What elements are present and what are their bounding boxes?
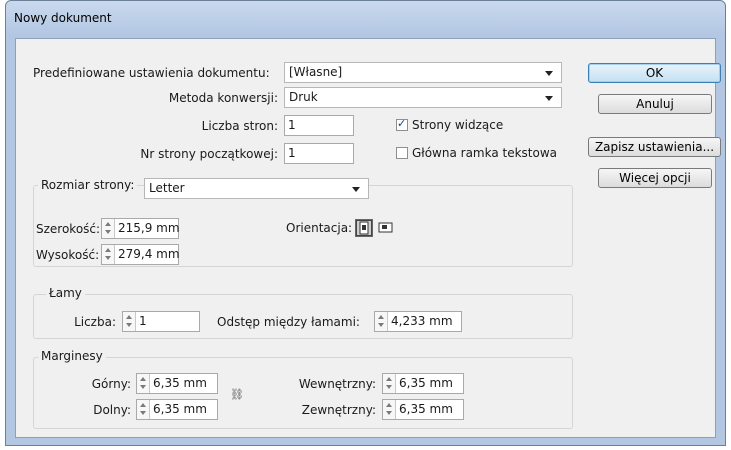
gutter-stepper[interactable]: 4,233 mm <box>374 311 462 332</box>
spinner-arrows-icon[interactable] <box>383 374 396 393</box>
height-value: 279,4 mm <box>118 247 180 261</box>
width-label: Szerokość: <box>36 222 101 236</box>
margins-title: Marginesy <box>41 349 103 363</box>
page-size-label: Rozmiar strony: <box>41 178 135 192</box>
height-stepper[interactable]: 279,4 mm <box>101 244 180 265</box>
page-size-header: Rozmiar strony: <box>38 178 138 192</box>
conversion-label: Metoda konwersji: <box>168 91 278 105</box>
spinner-arrows-icon[interactable] <box>137 400 150 419</box>
inside-margin-value: 6,35 mm <box>399 376 453 390</box>
columns-title: Łamy <box>49 286 82 300</box>
outside-margin-stepper[interactable]: 6,35 mm <box>382 399 464 420</box>
bottom-margin-value: 6,35 mm <box>153 402 207 416</box>
pages-label: Liczba stron: <box>201 119 278 133</box>
facing-pages-checkbox[interactable]: ✓ <box>396 117 408 131</box>
spinner-arrows-icon[interactable] <box>375 312 388 331</box>
link-icon[interactable]: ⛓ <box>230 388 244 401</box>
width-value: 215,9 mm <box>118 221 180 235</box>
bottom-margin-label: Dolny: <box>93 403 131 417</box>
columns-header: Łamy <box>46 286 85 300</box>
outside-margin-value: 6,35 mm <box>399 402 453 416</box>
check-icon: ✓ <box>397 117 407 130</box>
page-size-value: Letter <box>149 181 185 195</box>
chevron-down-icon <box>545 71 553 76</box>
dialog-body: Predefiniowane ustawienia dokumentu: [Wł… <box>15 38 721 438</box>
preset-label: Predefiniowane ustawienia dokumentu: <box>33 66 270 80</box>
chevron-down-icon <box>545 96 553 101</box>
spinner-arrows-icon[interactable] <box>123 312 136 331</box>
margins-group <box>33 357 573 429</box>
height-label: Wysokość: <box>36 248 100 262</box>
width-stepper[interactable]: 215,9 mm <box>101 218 180 239</box>
save-preset-button[interactable]: Zapisz ustawienia... <box>588 137 721 157</box>
spinner-arrows-icon[interactable] <box>102 219 115 238</box>
preset-value: [Własne] <box>289 65 343 79</box>
facing-pages-label: Strony widzące <box>412 118 504 132</box>
inside-margin-label: Wewnętrzny: <box>298 377 376 391</box>
cancel-button[interactable]: Anuluj <box>598 94 712 114</box>
master-text-frame-checkbox[interactable] <box>396 147 408 159</box>
top-margin-label: Górny: <box>91 377 131 391</box>
ok-button[interactable]: OK <box>588 63 721 83</box>
orientation-label: Orientacja: <box>286 221 353 235</box>
bottom-margin-stepper[interactable]: 6,35 mm <box>136 399 218 420</box>
top-margin-stepper[interactable]: 6,35 mm <box>136 373 218 394</box>
column-count-value: 1 <box>139 314 147 328</box>
spinner-arrows-icon[interactable] <box>137 374 150 393</box>
dialog-window: Nowy dokument Predefiniowane ustawienia … <box>5 0 726 446</box>
top-margin-value: 6,35 mm <box>153 376 207 390</box>
spinner-arrows-icon[interactable] <box>383 400 396 419</box>
margins-header: Marginesy <box>38 349 106 363</box>
inside-margin-stepper[interactable]: 6,35 mm <box>382 373 464 394</box>
more-options-button[interactable]: Więcej opcji <box>598 168 712 188</box>
page-size-dropdown[interactable]: Letter <box>144 178 369 199</box>
spinner-arrows-icon[interactable] <box>102 245 115 264</box>
gutter-value: 4,233 mm <box>391 314 453 328</box>
column-count-stepper[interactable]: 1 <box>122 311 200 332</box>
start-page-field[interactable]: 1 <box>284 143 354 164</box>
chevron-down-icon <box>352 187 360 192</box>
conversion-dropdown[interactable]: Druk <box>284 87 562 108</box>
dialog-title: Nowy dokument <box>14 11 112 25</box>
pages-field[interactable]: 1 <box>284 115 354 136</box>
column-count-label: Liczba: <box>74 315 116 329</box>
portrait-orientation-icon[interactable] <box>355 219 373 237</box>
start-page-label: Nr strony początkowej: <box>140 147 278 161</box>
master-text-frame-label: Główna ramka tekstowa <box>412 146 558 160</box>
gutter-label: Odstęp między łamami: <box>217 315 360 329</box>
preset-dropdown[interactable]: [Własne] <box>284 62 562 83</box>
conversion-value: Druk <box>289 90 318 104</box>
outside-margin-label: Zewnętrzny: <box>301 403 376 417</box>
landscape-orientation-icon[interactable] <box>378 220 394 236</box>
